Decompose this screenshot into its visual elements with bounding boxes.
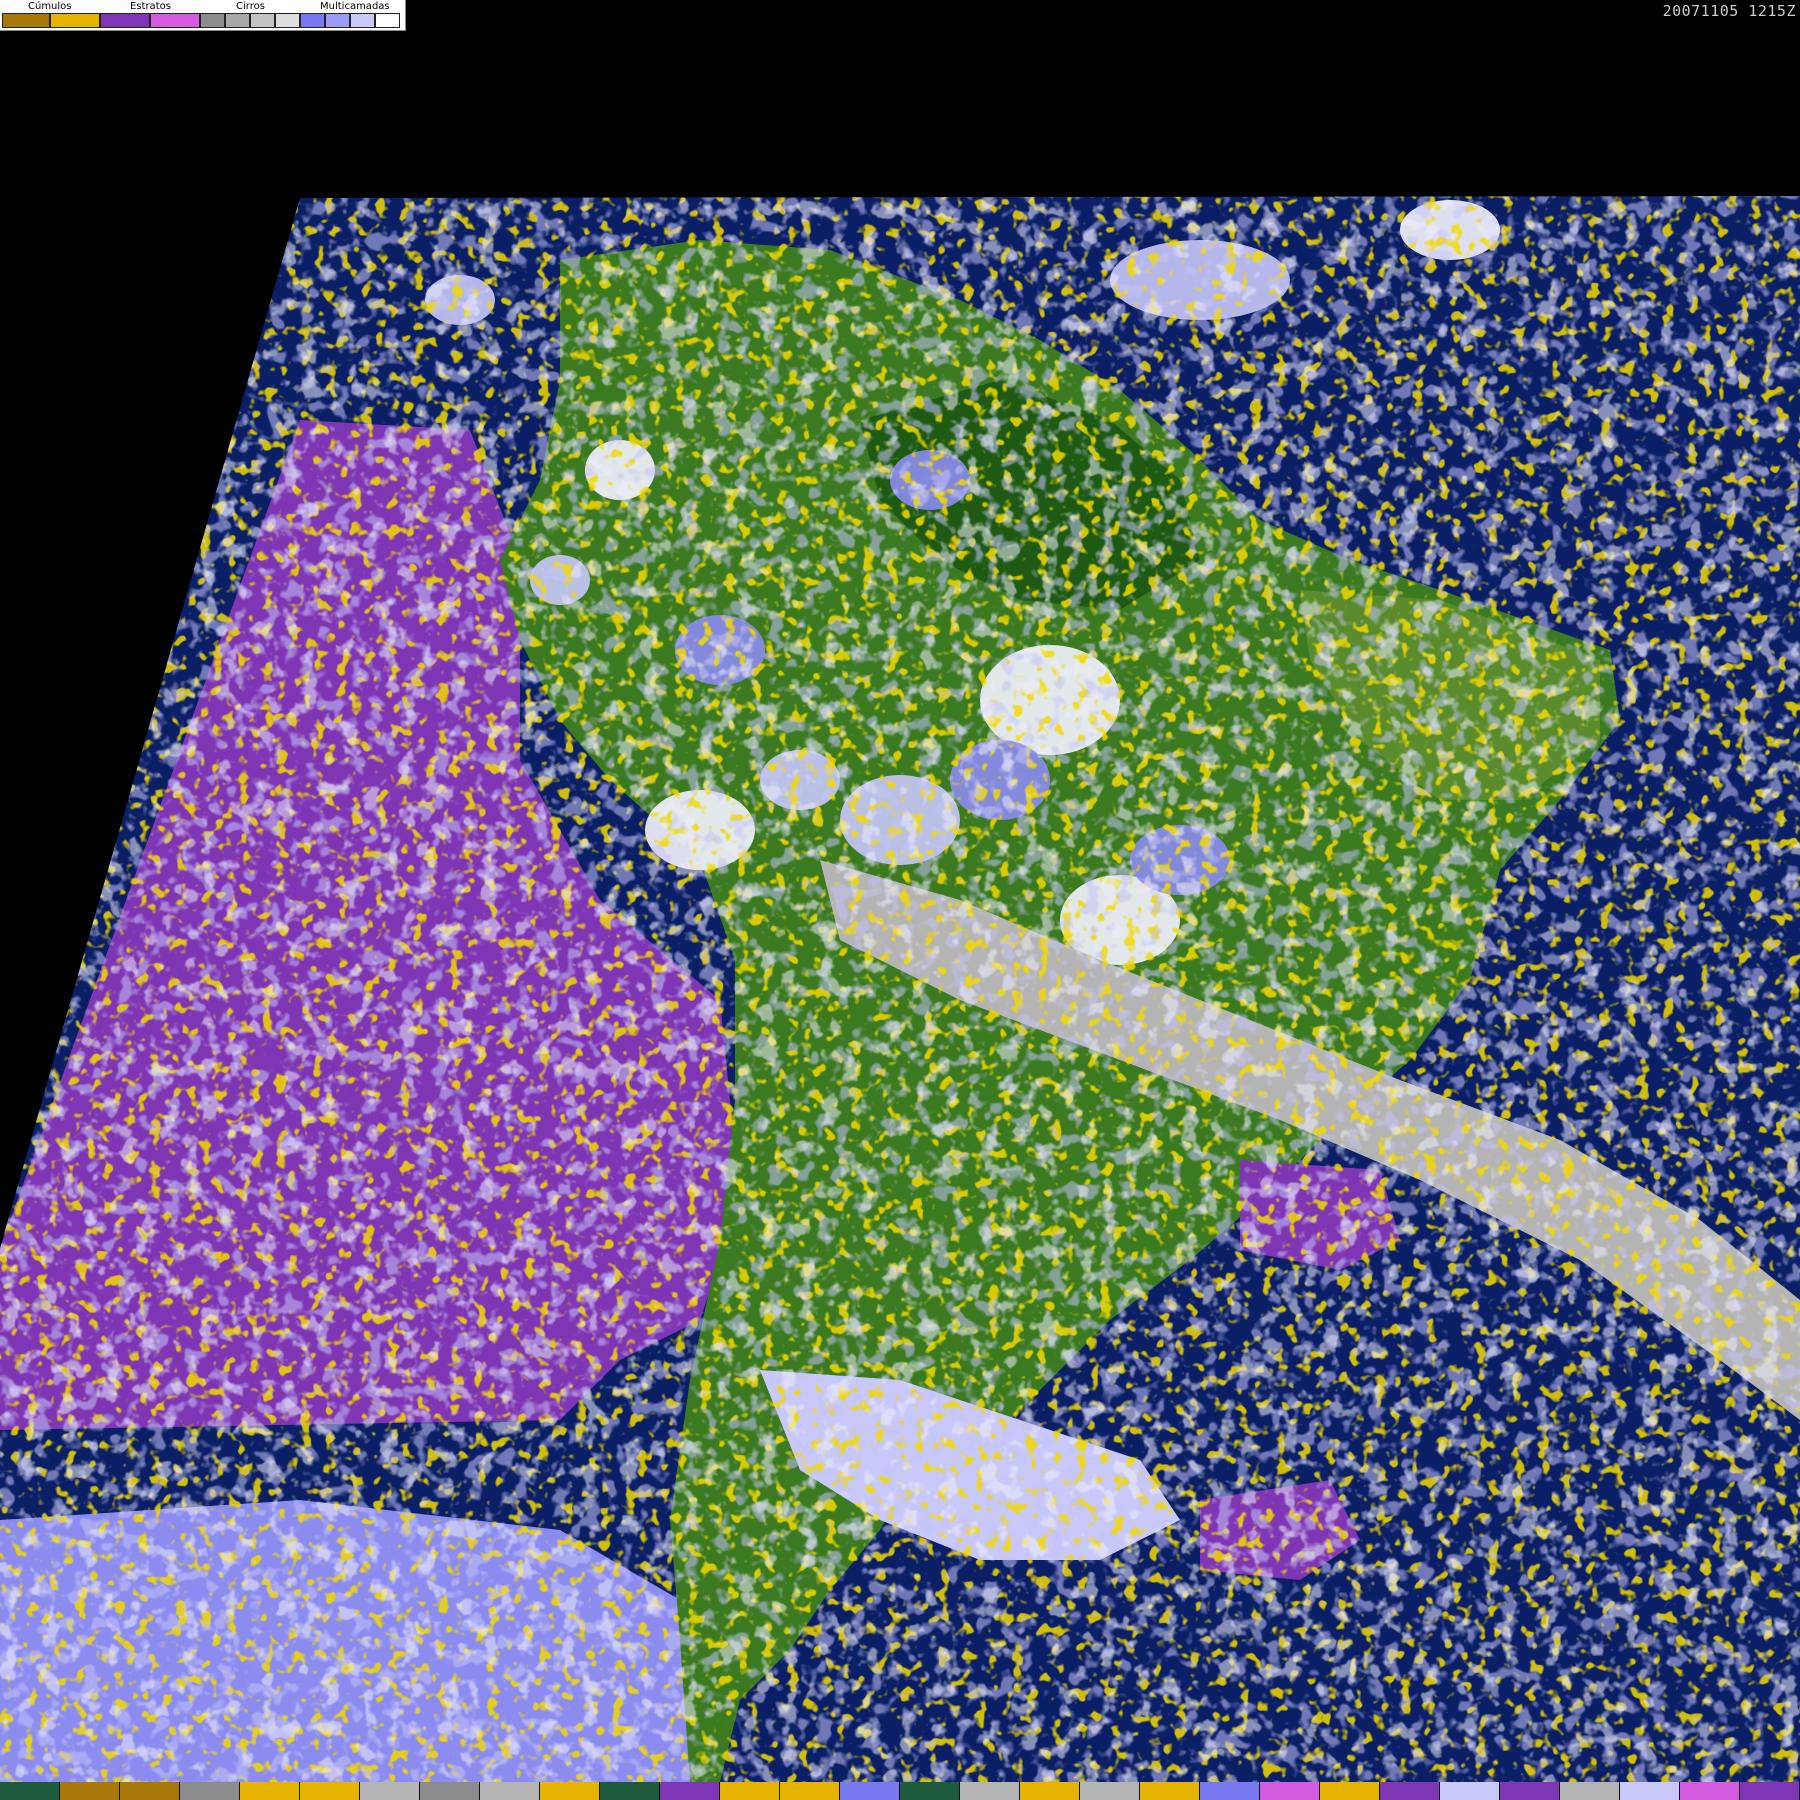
legend-swatch-cirros-2 (225, 13, 250, 28)
legend-label-cumulos: Cúmulos (28, 1, 72, 12)
bottom-strip-cell (1440, 1782, 1500, 1800)
bottom-strip-cell (660, 1782, 720, 1800)
bottom-color-strip (0, 1782, 1800, 1800)
legend-swatch-cumulos-1 (2, 13, 50, 28)
legend-swatch-multicamadas-3 (350, 13, 375, 28)
cirrus-texture (0, 196, 1800, 1782)
bottom-strip-cell (900, 1782, 960, 1800)
bottom-strip-cell (1680, 1782, 1740, 1800)
legend-swatch-cirros-3 (250, 13, 275, 28)
cloud-type-legend: Cúmulos Estratos Cirros Multicamadas (0, 0, 406, 31)
legend-swatch-cirros-1 (200, 13, 225, 28)
map-frame (0, 196, 1800, 1782)
bottom-strip-cell (60, 1782, 120, 1800)
legend-swatch-multicamadas-2 (325, 13, 350, 28)
bottom-strip-cell (1140, 1782, 1200, 1800)
legend-label-multicamadas: Multicamadas (320, 1, 390, 12)
bottom-strip-cell (1560, 1782, 1620, 1800)
bottom-strip-cell (840, 1782, 900, 1800)
legend-swatch-cirros-4 (275, 13, 300, 28)
bottom-strip-cell (780, 1782, 840, 1800)
legend-swatch-multicamadas-4 (375, 13, 400, 28)
bottom-strip-cell (1380, 1782, 1440, 1800)
legend-swatch-cumulos-2 (50, 13, 100, 28)
bottom-strip-cell (480, 1782, 540, 1800)
legend-swatch-estratos-1 (100, 13, 150, 28)
bottom-strip-cell (720, 1782, 780, 1800)
bottom-strip-cell (1260, 1782, 1320, 1800)
legend-swatches (2, 13, 400, 28)
bottom-strip-cell (1740, 1782, 1800, 1800)
bottom-strip-cell (1320, 1782, 1380, 1800)
bottom-strip-cell (240, 1782, 300, 1800)
satellite-cloud-classification-map (0, 196, 1800, 1782)
legend-swatch-multicamadas-1 (300, 13, 325, 28)
bottom-strip-cell (360, 1782, 420, 1800)
bottom-strip-cell (120, 1782, 180, 1800)
bottom-strip-cell (600, 1782, 660, 1800)
bottom-strip-cell (540, 1782, 600, 1800)
bottom-strip-cell (960, 1782, 1020, 1800)
bottom-strip-cell (0, 1782, 60, 1800)
satellite-image-stage: Cúmulos Estratos Cirros Multicamadas 200… (0, 0, 1800, 1800)
bottom-strip-cell (1620, 1782, 1680, 1800)
legend-label-cirros: Cirros (236, 1, 265, 12)
legend-swatch-estratos-2 (150, 13, 200, 28)
bottom-strip-cell (1500, 1782, 1560, 1800)
legend-labels: Cúmulos Estratos Cirros Multicamadas (0, 0, 405, 13)
legend-label-estratos: Estratos (130, 1, 171, 12)
bottom-strip-cell (180, 1782, 240, 1800)
bottom-strip-cell (420, 1782, 480, 1800)
image-timestamp: 20071105 1215Z (1662, 2, 1796, 20)
bottom-strip-cell (1020, 1782, 1080, 1800)
bottom-strip-cell (1200, 1782, 1260, 1800)
bottom-strip-cell (300, 1782, 360, 1800)
bottom-strip-cell (1080, 1782, 1140, 1800)
